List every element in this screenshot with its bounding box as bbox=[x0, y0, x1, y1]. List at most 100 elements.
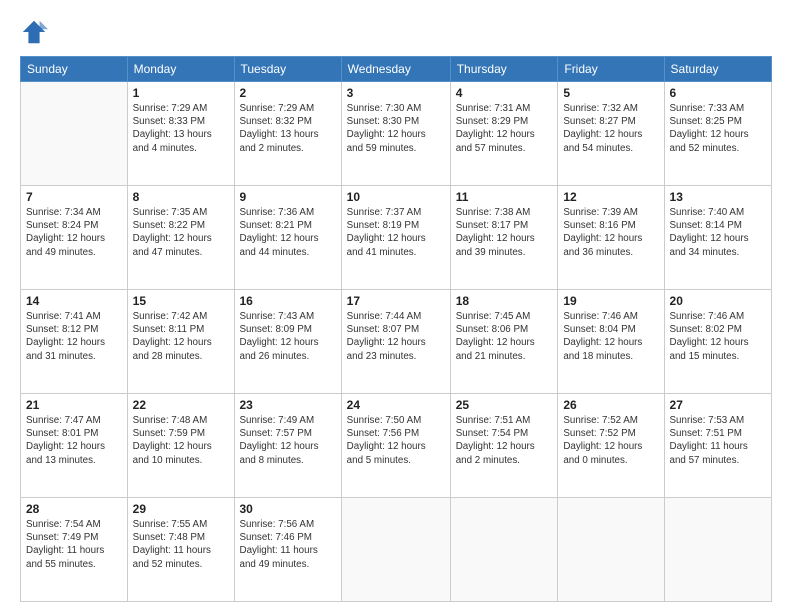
calendar-cell: 12 Sunrise: 7:39 AM Sunset: 8:16 PM Dayli… bbox=[558, 186, 664, 290]
logo-icon bbox=[20, 18, 48, 46]
calendar-cell: 11Sunrise: 7:38 AM Sunset: 8:17 PM Dayli… bbox=[450, 186, 558, 290]
calendar-cell: 21 Sunrise: 7:47 AM Sunset: 8:01 PM Dayli… bbox=[21, 394, 128, 498]
calendar-cell bbox=[664, 498, 771, 602]
calendar-cell: 6 Sunrise: 7:33 AM Sunset: 8:25 PM Daylig… bbox=[664, 82, 771, 186]
day-info: Sunrise: 7:29 AM Sunset: 8:33 PM Dayligh… bbox=[133, 102, 229, 155]
day-info: Sunrise: 7:41 AM Sunset: 8:12 PM Dayligh… bbox=[26, 310, 122, 363]
day-info: Sunrise: 7:40 AM Sunset: 8:14 PM Dayligh… bbox=[670, 206, 766, 259]
day-info: Sunrise: 7:42 AM Sunset: 8:11 PM Dayligh… bbox=[133, 310, 229, 363]
day-info: Sunrise: 7:46 AM Sunset: 8:02 PM Dayligh… bbox=[670, 310, 766, 363]
day-number: 10 bbox=[347, 190, 445, 204]
calendar-week-row: 1 Sunrise: 7:29 AM Sunset: 8:33 PM Daylig… bbox=[21, 82, 772, 186]
day-info: Sunrise: 7:32 AM Sunset: 8:27 PM Dayligh… bbox=[563, 102, 658, 155]
day-number: 6 bbox=[670, 86, 766, 100]
day-info: Sunrise: 7:47 AM Sunset: 8:01 PM Dayligh… bbox=[26, 414, 122, 467]
calendar-cell: 9 Sunrise: 7:36 AM Sunset: 8:21 PM Daylig… bbox=[234, 186, 341, 290]
day-number: 24 bbox=[347, 398, 445, 412]
weekday-header: Saturday bbox=[664, 57, 771, 82]
day-info: Sunrise: 7:30 AM Sunset: 8:30 PM Dayligh… bbox=[347, 102, 445, 155]
weekday-header: Wednesday bbox=[341, 57, 450, 82]
calendar-cell: 30 Sunrise: 7:56 AM Sunset: 7:46 PM Dayli… bbox=[234, 498, 341, 602]
day-number: 17 bbox=[347, 294, 445, 308]
calendar-cell: 4 Sunrise: 7:31 AM Sunset: 8:29 PM Daylig… bbox=[450, 82, 558, 186]
calendar-cell: 13 Sunrise: 7:40 AM Sunset: 8:14 PM Dayli… bbox=[664, 186, 771, 290]
calendar-cell: 27 Sunrise: 7:53 AM Sunset: 7:51 PM Dayli… bbox=[664, 394, 771, 498]
calendar-cell: 19 Sunrise: 7:46 AM Sunset: 8:04 PM Dayli… bbox=[558, 290, 664, 394]
day-number: 30 bbox=[240, 502, 336, 516]
day-info: Sunrise: 7:37 AM Sunset: 8:19 PM Dayligh… bbox=[347, 206, 445, 259]
day-info: Sunrise: 7:50 AM Sunset: 7:56 PM Dayligh… bbox=[347, 414, 445, 467]
day-number: 13 bbox=[670, 190, 766, 204]
calendar-week-row: 28 Sunrise: 7:54 AM Sunset: 7:49 PM Dayli… bbox=[21, 498, 772, 602]
day-number: 11 bbox=[456, 190, 553, 204]
calendar-week-row: 7 Sunrise: 7:34 AM Sunset: 8:24 PM Daylig… bbox=[21, 186, 772, 290]
calendar-cell: 7 Sunrise: 7:34 AM Sunset: 8:24 PM Daylig… bbox=[21, 186, 128, 290]
day-info: Sunrise: 7:54 AM Sunset: 7:49 PM Dayligh… bbox=[26, 518, 122, 571]
day-info: Sunrise: 7:52 AM Sunset: 7:52 PM Dayligh… bbox=[563, 414, 658, 467]
weekday-header: Friday bbox=[558, 57, 664, 82]
calendar-cell: 28 Sunrise: 7:54 AM Sunset: 7:49 PM Dayli… bbox=[21, 498, 128, 602]
day-number: 20 bbox=[670, 294, 766, 308]
day-number: 21 bbox=[26, 398, 122, 412]
day-info: Sunrise: 7:29 AM Sunset: 8:32 PM Dayligh… bbox=[240, 102, 336, 155]
day-number: 27 bbox=[670, 398, 766, 412]
day-info: Sunrise: 7:31 AM Sunset: 8:29 PM Dayligh… bbox=[456, 102, 553, 155]
calendar-week-row: 21 Sunrise: 7:47 AM Sunset: 8:01 PM Dayli… bbox=[21, 394, 772, 498]
calendar-cell: 29 Sunrise: 7:55 AM Sunset: 7:48 PM Dayli… bbox=[127, 498, 234, 602]
day-number: 3 bbox=[347, 86, 445, 100]
calendar-cell: 25Sunrise: 7:51 AM Sunset: 7:54 PM Dayli… bbox=[450, 394, 558, 498]
day-number: 19 bbox=[563, 294, 658, 308]
day-number: 1 bbox=[133, 86, 229, 100]
day-info: Sunrise: 7:46 AM Sunset: 8:04 PM Dayligh… bbox=[563, 310, 658, 363]
calendar-table: SundayMondayTuesdayWednesdayThursdayFrid… bbox=[20, 56, 772, 602]
calendar-cell bbox=[450, 498, 558, 602]
day-info: Sunrise: 7:35 AM Sunset: 8:22 PM Dayligh… bbox=[133, 206, 229, 259]
day-info: Sunrise: 7:45 AM Sunset: 8:06 PM Dayligh… bbox=[456, 310, 553, 363]
day-number: 16 bbox=[240, 294, 336, 308]
day-number: 26 bbox=[563, 398, 658, 412]
day-number: 28 bbox=[26, 502, 122, 516]
day-number: 4 bbox=[456, 86, 553, 100]
calendar-week-row: 14 Sunrise: 7:41 AM Sunset: 8:12 PM Dayli… bbox=[21, 290, 772, 394]
calendar-cell: 20 Sunrise: 7:46 AM Sunset: 8:02 PM Dayli… bbox=[664, 290, 771, 394]
day-info: Sunrise: 7:36 AM Sunset: 8:21 PM Dayligh… bbox=[240, 206, 336, 259]
day-info: Sunrise: 7:34 AM Sunset: 8:24 PM Dayligh… bbox=[26, 206, 122, 259]
calendar-cell: 1 Sunrise: 7:29 AM Sunset: 8:33 PM Daylig… bbox=[127, 82, 234, 186]
calendar-cell bbox=[21, 82, 128, 186]
day-number: 5 bbox=[563, 86, 658, 100]
day-number: 15 bbox=[133, 294, 229, 308]
calendar-cell: 17Sunrise: 7:44 AM Sunset: 8:07 PM Dayli… bbox=[341, 290, 450, 394]
calendar-cell: 15 Sunrise: 7:42 AM Sunset: 8:11 PM Dayli… bbox=[127, 290, 234, 394]
calendar-cell: 23 Sunrise: 7:49 AM Sunset: 7:57 PM Dayli… bbox=[234, 394, 341, 498]
calendar-cell bbox=[341, 498, 450, 602]
weekday-header: Sunday bbox=[21, 57, 128, 82]
day-info: Sunrise: 7:33 AM Sunset: 8:25 PM Dayligh… bbox=[670, 102, 766, 155]
day-number: 22 bbox=[133, 398, 229, 412]
day-number: 7 bbox=[26, 190, 122, 204]
day-number: 29 bbox=[133, 502, 229, 516]
day-number: 9 bbox=[240, 190, 336, 204]
calendar-cell bbox=[558, 498, 664, 602]
calendar-cell: 14 Sunrise: 7:41 AM Sunset: 8:12 PM Dayli… bbox=[21, 290, 128, 394]
day-number: 23 bbox=[240, 398, 336, 412]
day-info: Sunrise: 7:56 AM Sunset: 7:46 PM Dayligh… bbox=[240, 518, 336, 571]
calendar-cell: 10 Sunrise: 7:37 AM Sunset: 8:19 PM Dayli… bbox=[341, 186, 450, 290]
calendar-cell: 18 Sunrise: 7:45 AM Sunset: 8:06 PM Dayli… bbox=[450, 290, 558, 394]
day-info: Sunrise: 7:55 AM Sunset: 7:48 PM Dayligh… bbox=[133, 518, 229, 571]
calendar-cell: 2 Sunrise: 7:29 AM Sunset: 8:32 PM Daylig… bbox=[234, 82, 341, 186]
day-info: Sunrise: 7:39 AM Sunset: 8:16 PM Dayligh… bbox=[563, 206, 658, 259]
day-info: Sunrise: 7:53 AM Sunset: 7:51 PM Dayligh… bbox=[670, 414, 766, 467]
day-number: 12 bbox=[563, 190, 658, 204]
day-number: 14 bbox=[26, 294, 122, 308]
day-number: 2 bbox=[240, 86, 336, 100]
day-info: Sunrise: 7:49 AM Sunset: 7:57 PM Dayligh… bbox=[240, 414, 336, 467]
day-number: 8 bbox=[133, 190, 229, 204]
calendar-cell: 3 Sunrise: 7:30 AM Sunset: 8:30 PM Daylig… bbox=[341, 82, 450, 186]
calendar-cell: 5 Sunrise: 7:32 AM Sunset: 8:27 PM Daylig… bbox=[558, 82, 664, 186]
day-number: 18 bbox=[456, 294, 553, 308]
page-header bbox=[20, 18, 772, 46]
day-info: Sunrise: 7:51 AM Sunset: 7:54 PM Dayligh… bbox=[456, 414, 553, 467]
calendar-cell: 22Sunrise: 7:48 AM Sunset: 7:59 PM Dayli… bbox=[127, 394, 234, 498]
weekday-header: Monday bbox=[127, 57, 234, 82]
logo bbox=[20, 18, 52, 46]
